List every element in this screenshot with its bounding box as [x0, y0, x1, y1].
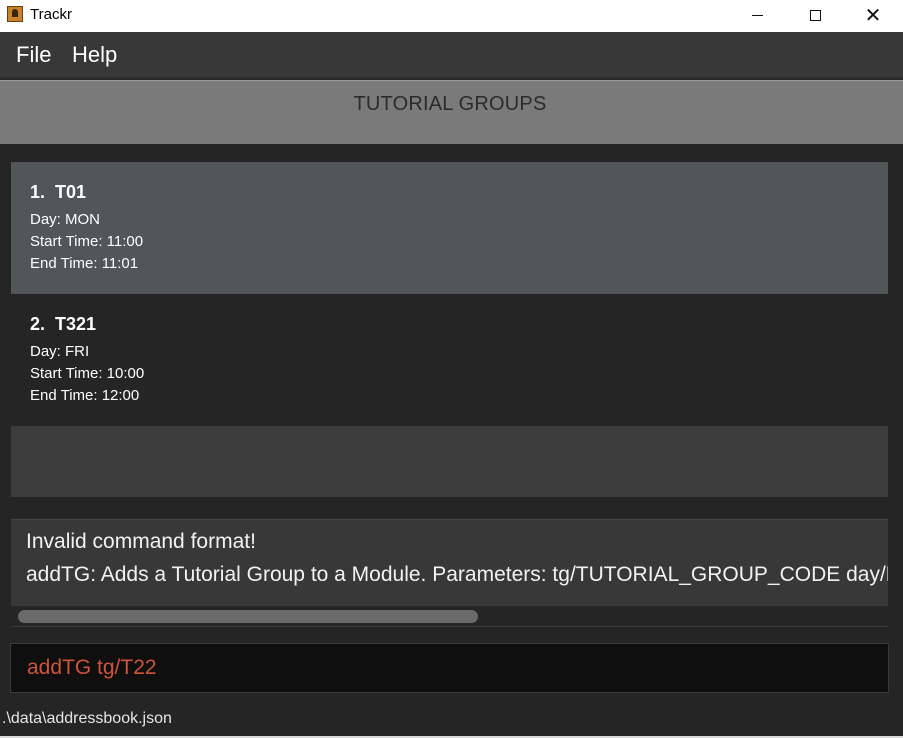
group-heading: 1. T01 — [30, 182, 869, 203]
window-title: Trackr — [30, 6, 72, 23]
group-heading: 2. T321 — [30, 314, 869, 335]
group-index: 1. — [30, 182, 46, 202]
list-item[interactable]: 1. T01 Day: MON Start Time: 11:00 End Ti… — [11, 162, 888, 294]
app-root: File Help TUTORIAL GROUPS 1. T01 Day: MO… — [0, 32, 903, 738]
group-start-time: Start Time: 11:00 — [30, 233, 144, 250]
group-start-time: Start Time: 10:00 — [30, 365, 145, 382]
group-day: Day: FRI — [30, 343, 90, 360]
group-end-time: End Time: 12:00 — [30, 387, 140, 404]
app-icon — [7, 6, 23, 22]
tutorial-group-list[interactable]: 1. T01 Day: MON Start Time: 11:00 End Ti… — [11, 162, 888, 497]
status-bar: .\data\addressbook.json — [0, 706, 903, 736]
panel-title: TUTORIAL GROUPS — [353, 93, 547, 115]
close-button[interactable]: ✕ — [844, 0, 902, 30]
list-empty-area — [11, 426, 888, 497]
group-code: T321 — [55, 314, 97, 334]
result-message: Invalid command format! — [26, 530, 256, 553]
panel-header: TUTORIAL GROUPS — [0, 80, 903, 144]
maximize-button[interactable] — [786, 0, 844, 30]
close-icon: ✕ — [864, 3, 882, 27]
group-index: 2. — [30, 314, 46, 334]
command-box[interactable]: addTG tg/T22 — [10, 643, 889, 693]
result-usage: addTG: Adds a Tutorial Group to a Module… — [26, 563, 888, 586]
list-item[interactable]: 2. T321 Day: FRI Start Time: 10:00 End T… — [11, 294, 888, 426]
scrollbar-thumb[interactable] — [18, 610, 478, 623]
group-day: Day: MON — [30, 211, 101, 228]
minimize-icon — [751, 14, 763, 16]
result-scrollbar[interactable] — [11, 607, 888, 627]
minimize-button[interactable] — [728, 0, 786, 30]
menu-help[interactable]: Help — [72, 42, 117, 68]
maximize-icon — [809, 9, 821, 21]
group-end-time: End Time: 11:01 — [30, 255, 139, 272]
group-code: T01 — [55, 182, 87, 202]
result-display: Invalid command format! addTG: Adds a Tu… — [11, 519, 888, 606]
command-input[interactable]: addTG tg/T22 — [27, 656, 157, 680]
window-titlebar: Trackr ✕ — [0, 0, 903, 32]
menu-file[interactable]: File — [16, 42, 51, 68]
menu-bar: File Help — [0, 32, 903, 79]
data-file-path: .\data\addressbook.json — [2, 710, 172, 727]
